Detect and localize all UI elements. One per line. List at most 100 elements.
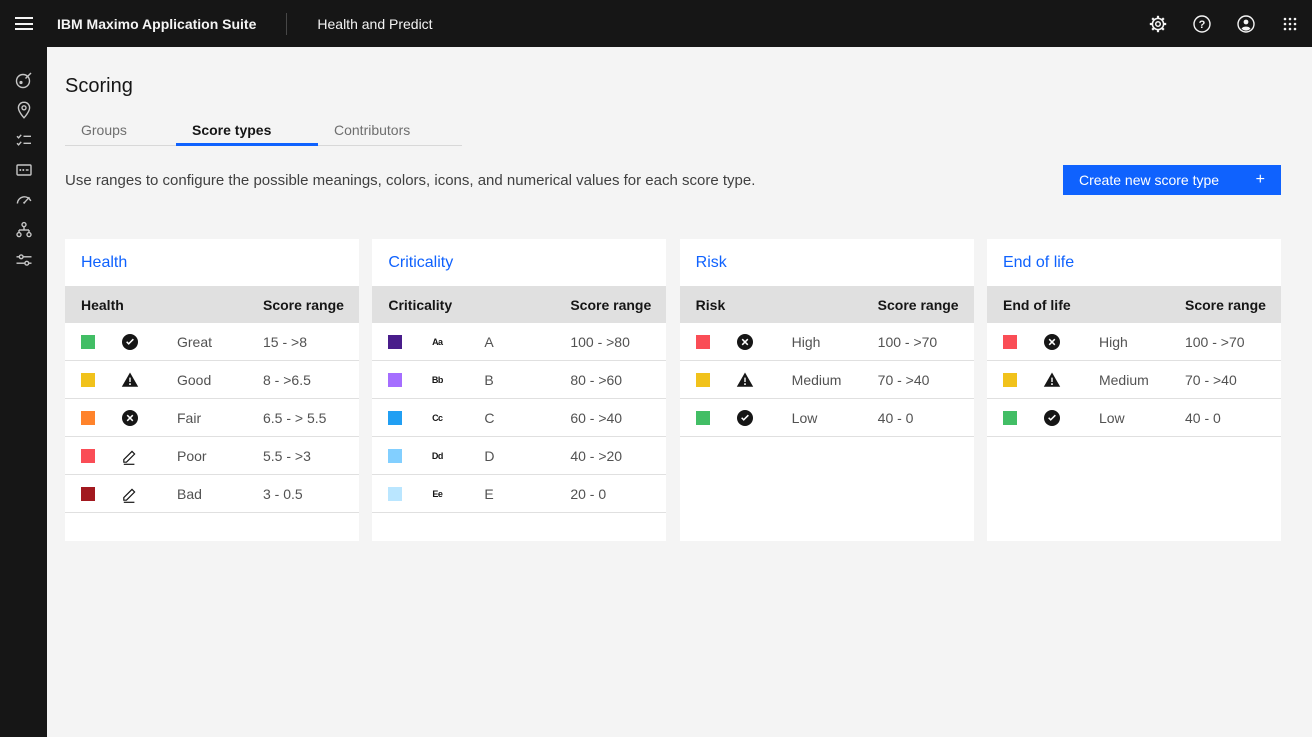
score-range-value: 15 - >8 <box>263 334 307 350</box>
color-swatch <box>388 487 402 501</box>
hierarchy-icon[interactable] <box>0 215 47 245</box>
create-new-score-type-button[interactable]: Create new score type + <box>1063 165 1281 195</box>
location-icon[interactable] <box>0 95 47 125</box>
score-type-card: Risk Risk Score range High100 - >70 Medium 70… <box>680 239 974 541</box>
score-label: Poor <box>177 448 207 464</box>
letter-icon: Dd <box>427 451 447 461</box>
column-header-score-range: Score range <box>1185 297 1266 313</box>
gauge-icon[interactable] <box>0 185 47 215</box>
grid-icon[interactable] <box>1268 0 1312 47</box>
header-divider <box>286 13 287 35</box>
color-swatch <box>81 335 95 349</box>
color-swatch <box>1003 411 1017 425</box>
score-range-row[interactable]: Low40 - 0 <box>680 399 974 437</box>
score-range-row[interactable]: Bad3 - 0.5 <box>65 475 359 513</box>
score-range-row[interactable]: Good8 - >6.5 <box>65 361 359 399</box>
score-label: C <box>484 410 494 426</box>
color-swatch <box>1003 373 1017 387</box>
score-range-row[interactable]: High 100 - >70 <box>987 323 1281 361</box>
color-swatch <box>388 373 402 387</box>
score-range-row[interactable]: AaA100 - >80 <box>372 323 666 361</box>
column-header-score-range: Score range <box>570 297 651 313</box>
column-header-name: Risk <box>696 297 726 313</box>
score-range-value: 8 - >6.5 <box>263 372 311 388</box>
score-range-row[interactable]: Low40 - 0 <box>987 399 1281 437</box>
score-range-value: 100 - >80 <box>570 334 630 350</box>
score-label: Low <box>1099 410 1125 426</box>
svg-text:?: ? <box>1199 19 1206 31</box>
tab-contributors[interactable]: Contributors <box>318 114 462 146</box>
score-range-value: 60 - >40 <box>570 410 622 426</box>
score-label: Low <box>792 410 818 426</box>
score-range-row[interactable]: EeE20 - 0 <box>372 475 666 513</box>
create-button-label: Create new score type <box>1079 172 1219 188</box>
score-label: D <box>484 448 494 464</box>
score-range-row[interactable]: Medium 70 - >40 <box>680 361 974 399</box>
color-swatch <box>81 449 95 463</box>
score-range-row[interactable]: Cc C 60 - >40 <box>372 399 666 437</box>
score-type-title-link[interactable]: Health <box>81 254 127 272</box>
checkmark-filled-icon <box>120 333 140 351</box>
score-range-row[interactable]: Fair 6.5 - > 5.5 <box>65 399 359 437</box>
table-header: HealthScore range <box>65 286 359 323</box>
score-range-row[interactable]: Bb B 80 - >60 <box>372 361 666 399</box>
letter-icon: Aa <box>427 337 447 347</box>
top-header-bar: IBM Maximo Application Suite Health and … <box>0 0 1312 47</box>
score-label: Fair <box>177 410 201 426</box>
checkmark-filled-icon <box>1042 409 1062 427</box>
plus-icon: + <box>1256 172 1265 188</box>
score-range-row[interactable]: High100 - >70 <box>680 323 974 361</box>
score-label: High <box>1099 334 1128 350</box>
table-header: Criticality Score range <box>372 286 666 323</box>
checklist-icon[interactable] <box>0 125 47 155</box>
score-range-value: 20 - 0 <box>570 486 606 502</box>
column-header-score-range: Score range <box>878 297 959 313</box>
score-range-value: 80 - >60 <box>570 372 622 388</box>
score-type-title-link[interactable]: Criticality <box>388 254 453 272</box>
color-swatch <box>81 411 95 425</box>
score-type-cards: Health HealthScore range Great 15 - >8 Good8… <box>65 239 1281 541</box>
score-range-row[interactable]: DdD40 - >20 <box>372 437 666 475</box>
score-range-row[interactable]: Great 15 - >8 <box>65 323 359 361</box>
brand-title: IBM Maximo Application Suite <box>57 16 256 32</box>
tab-groups[interactable]: Groups <box>65 114 176 146</box>
side-navigation <box>0 47 47 737</box>
letter-icon: Cc <box>427 413 447 423</box>
score-type-title-link[interactable]: Risk <box>696 254 727 272</box>
score-type-title-link[interactable]: End of life <box>1003 254 1074 272</box>
tab-score-types[interactable]: Score types <box>176 114 318 146</box>
score-range-row[interactable]: Poor5.5 - >3 <box>65 437 359 475</box>
score-label: Medium <box>792 372 842 388</box>
settings-adjust-icon[interactable] <box>0 245 47 275</box>
score-range-value: 70 - >40 <box>1185 372 1237 388</box>
color-swatch <box>1003 335 1017 349</box>
meter-alt-icon[interactable] <box>0 65 47 95</box>
color-swatch <box>696 373 710 387</box>
score-range-row[interactable]: Medium70 - >40 <box>987 361 1281 399</box>
column-header-name: Criticality <box>388 297 452 313</box>
help-icon[interactable]: ? <box>1180 0 1224 47</box>
error-filled-icon <box>735 333 755 351</box>
asset-card-icon[interactable] <box>0 155 47 185</box>
checkmark-filled-icon <box>735 409 755 427</box>
score-label: Great <box>177 334 212 350</box>
column-header-name: End of life <box>1003 297 1071 313</box>
score-range-value: 100 - >70 <box>1185 334 1245 350</box>
letter-icon: Bb <box>427 375 447 385</box>
warning-filled-icon <box>735 371 755 389</box>
user-avatar-icon[interactable] <box>1224 0 1268 47</box>
column-header-score-range: Score range <box>263 297 344 313</box>
edit-icon <box>120 447 140 465</box>
app-name: Health and Predict <box>317 16 432 32</box>
score-range-value: 6.5 - > 5.5 <box>263 410 326 426</box>
color-swatch <box>81 373 95 387</box>
warning-filled-icon <box>120 371 140 389</box>
color-swatch <box>388 411 402 425</box>
score-range-value: 70 - >40 <box>878 372 930 388</box>
hamburger-menu-icon[interactable] <box>0 0 47 47</box>
score-label: B <box>484 372 493 388</box>
tab-bar: Groups Score types Contributors <box>65 114 1281 146</box>
main-content: Scoring Groups Score types Contributors … <box>47 47 1312 737</box>
color-swatch <box>696 411 710 425</box>
gear-icon[interactable] <box>1136 0 1180 47</box>
